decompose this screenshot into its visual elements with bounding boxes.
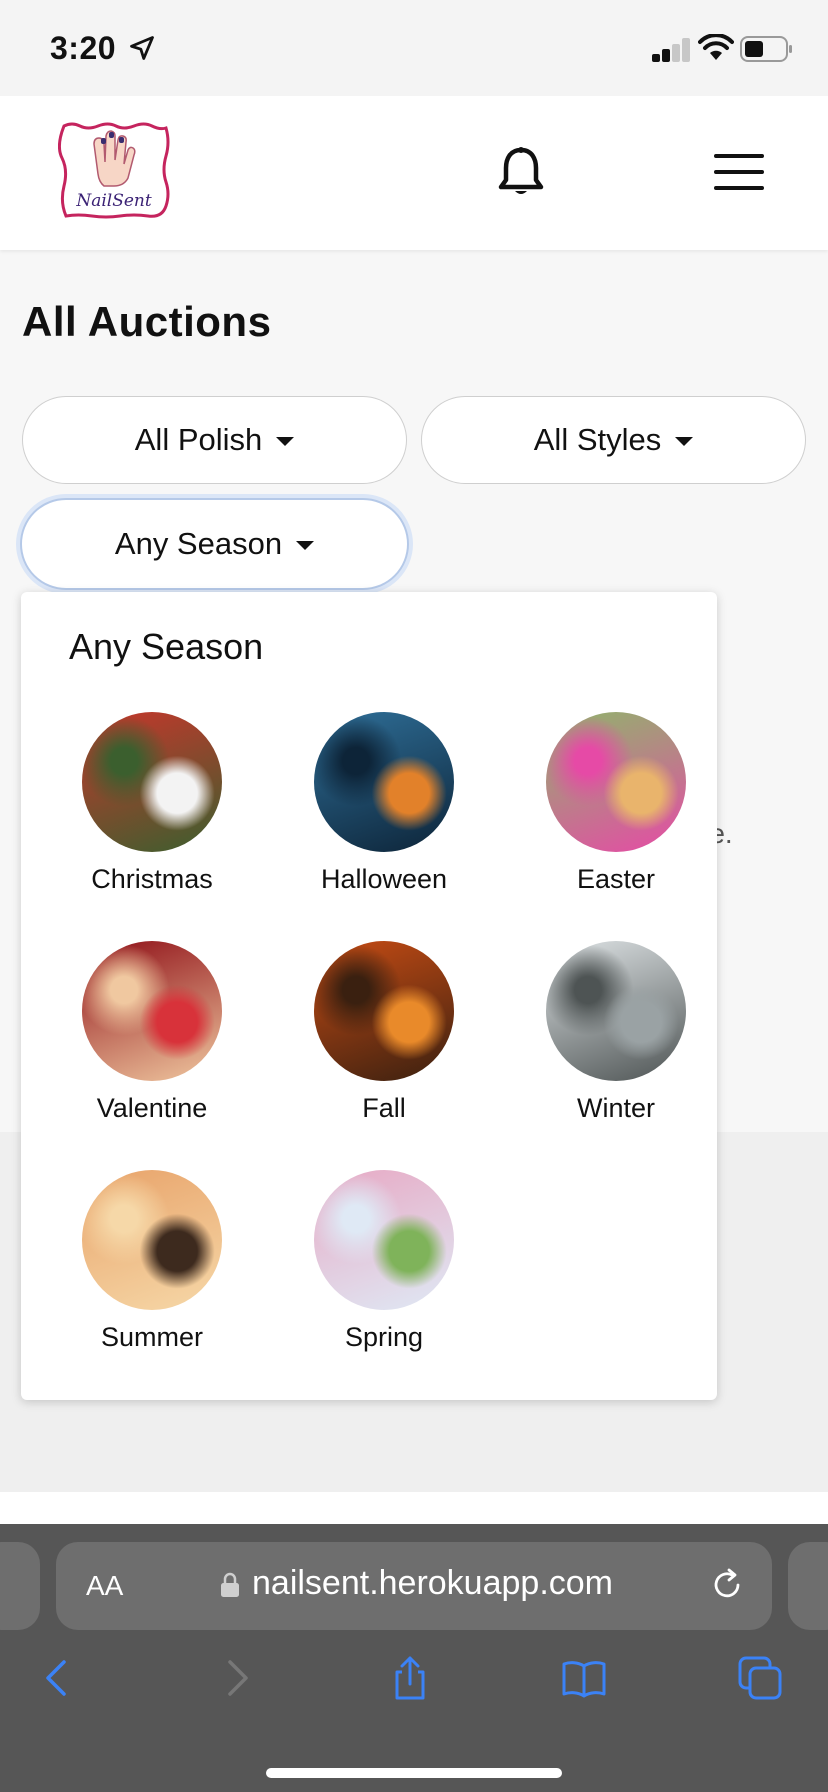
address-bar[interactable]: AA nailsent.herokuapp.com <box>56 1542 772 1630</box>
caret-down-icon <box>296 540 315 550</box>
reload-icon[interactable] <box>708 1566 746 1604</box>
svg-text:NailSent: NailSent <box>75 191 152 211</box>
season-dropdown-menu: Any Season Christmas Halloween Easter Va… <box>21 592 717 1400</box>
season-option-easter[interactable]: Easter <box>500 712 732 895</box>
forward-icon[interactable] <box>212 1654 260 1702</box>
season-label: Valentine <box>96 1093 208 1123</box>
season-option-christmas[interactable]: Christmas <box>36 712 268 895</box>
easter-image <box>546 712 686 852</box>
season-label: Fall <box>362 1093 406 1123</box>
winter-image <box>546 941 686 1081</box>
home-indicator <box>266 1768 562 1778</box>
fall-image <box>314 941 454 1081</box>
polish-filter-label: All Polish <box>134 422 263 457</box>
previous-tab-edge[interactable] <box>0 1542 40 1630</box>
polish-filter-dropdown[interactable]: All Polish <box>22 396 407 484</box>
caret-down-icon <box>276 436 295 446</box>
styles-filter-dropdown[interactable]: All Styles <box>421 396 806 484</box>
styles-filter-label: All Styles <box>533 422 662 457</box>
tabs-icon[interactable] <box>736 1654 784 1702</box>
battery-icon <box>740 36 792 62</box>
season-filter-dropdown[interactable]: Any Season <box>20 498 409 590</box>
season-option-fall[interactable]: Fall <box>268 941 500 1124</box>
background-footer-strip <box>0 1492 828 1524</box>
season-option-spring[interactable]: Spring <box>268 1170 500 1353</box>
season-option-winter[interactable]: Winter <box>500 941 732 1124</box>
browser-toolbar: AA nailsent.herokuapp.com <box>0 1524 828 1792</box>
app-header: NailSent <box>0 96 828 250</box>
spring-image <box>314 1170 454 1310</box>
season-option-summer[interactable]: Summer <box>36 1170 268 1353</box>
season-option-valentine[interactable]: Valentine <box>36 941 268 1124</box>
nailsent-logo[interactable]: NailSent <box>58 122 170 220</box>
hamburger-menu-icon[interactable] <box>714 152 766 192</box>
page-title: All Auctions <box>22 298 272 345</box>
season-label: Easter <box>576 864 656 894</box>
bookmarks-icon[interactable] <box>560 1654 608 1702</box>
wifi-icon <box>698 34 734 60</box>
url-text: nailsent.herokuapp.com <box>252 1564 614 1602</box>
season-label: Spring <box>344 1322 424 1352</box>
season-label: Summer <box>100 1322 203 1352</box>
notification-bell-icon[interactable] <box>498 146 544 198</box>
valentine-image <box>82 941 222 1081</box>
season-option-halloween[interactable]: Halloween <box>268 712 500 895</box>
lock-icon <box>221 1572 239 1597</box>
back-icon[interactable] <box>34 1654 82 1702</box>
status-bar: 3:20 <box>0 0 828 96</box>
cellular-signal-icon <box>652 38 692 62</box>
christmas-image <box>82 712 222 852</box>
text-size-button[interactable]: AA <box>86 1570 123 1602</box>
caret-down-icon <box>675 436 694 446</box>
share-icon[interactable] <box>386 1654 434 1702</box>
next-tab-edge[interactable] <box>788 1542 828 1630</box>
season-label: Christmas <box>91 864 213 894</box>
season-filter-label: Any Season <box>114 526 283 561</box>
location-arrow-icon <box>130 36 154 60</box>
season-label: Halloween <box>320 864 448 894</box>
status-time: 3:20 <box>50 30 117 66</box>
summer-image <box>82 1170 222 1310</box>
halloween-image <box>314 712 454 852</box>
dropdown-option-any-season[interactable]: Any Season <box>69 626 263 668</box>
season-label: Winter <box>576 1093 655 1123</box>
